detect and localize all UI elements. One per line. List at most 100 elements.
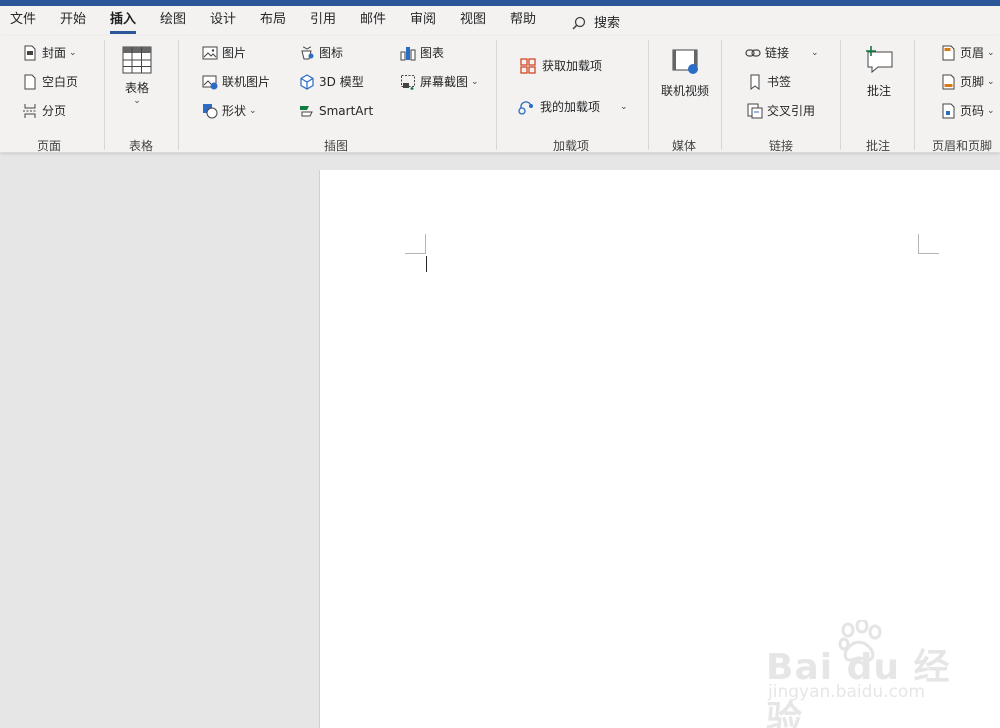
group-label-addins: 加载项 — [552, 139, 590, 153]
my-addins-button[interactable]: 我的加载项 ⌄ — [518, 99, 628, 115]
menu-bar: 文件 开始 插入 绘图 设计 布局 引用 邮件 审阅 视图 帮助 搜索 — [0, 6, 1000, 36]
comment-label: 批注 — [866, 84, 891, 98]
group-label-header-footer: 页眉和页脚 — [931, 139, 993, 153]
cover-page-label: 封面 — [42, 46, 67, 60]
screenshot-button[interactable]: 屏幕截图 ⌄ — [400, 74, 479, 90]
cover-page-button[interactable]: 封面 ⌄ — [22, 45, 77, 61]
blank-page-icon — [22, 74, 38, 90]
blank-page-button[interactable]: 空白页 — [22, 74, 78, 90]
new-comment-button[interactable]: 批注 — [864, 46, 894, 99]
pictures-label: 图片 — [222, 46, 247, 60]
cross-reference-button[interactable]: 交叉引用 — [747, 103, 815, 119]
chevron-down-icon: ⌄ — [987, 77, 995, 87]
my-addins-icon — [518, 99, 534, 115]
shapes-button[interactable]: 形状 ⌄ — [202, 103, 257, 119]
online-video-button[interactable]: 联机视频 — [661, 48, 709, 99]
page-break-label: 分页 — [42, 104, 67, 118]
3d-models-button[interactable]: 3D 模型 — [299, 74, 364, 90]
shapes-label: 形状 — [222, 104, 247, 118]
baidu-watermark: Bai du 经验 jingyan.baidu.com — [766, 620, 956, 728]
tab-mailings[interactable]: 邮件 — [360, 12, 386, 28]
online-video-label: 联机视频 — [661, 84, 710, 98]
icons-label: 图标 — [319, 46, 344, 60]
link-button[interactable]: 链接 ⌄ — [745, 45, 819, 61]
footer-label: 页脚 — [960, 75, 985, 89]
watermark-url: jingyan.baidu.com — [768, 682, 925, 702]
cross-reference-label: 交叉引用 — [767, 104, 816, 118]
ribbon: 封面 ⌄ 空白页 分页 页面 表格 ⌄ 表格 图片 联机图片 形状 ⌄ 图标 3D … — [0, 36, 1000, 153]
group-label-links: 链接 — [768, 139, 794, 153]
margin-corner-top-left — [405, 234, 426, 254]
header-button[interactable]: 页眉 ⌄ — [940, 45, 995, 61]
bookmark-button[interactable]: 书签 — [747, 74, 791, 90]
tab-help[interactable]: 帮助 — [510, 12, 536, 28]
tab-home[interactable]: 开始 — [60, 12, 86, 28]
table-icon — [122, 46, 152, 74]
get-addins-button[interactable]: 获取加载项 — [520, 58, 602, 74]
blank-page-label: 空白页 — [42, 75, 79, 89]
page-number-icon — [940, 103, 956, 119]
search-box[interactable]: 搜索 — [572, 12, 620, 31]
chevron-down-icon: ⌄ — [811, 48, 819, 58]
chart-label: 图表 — [420, 46, 445, 60]
online-pictures-label: 联机图片 — [222, 75, 271, 89]
chevron-down-icon: ⌄ — [471, 77, 479, 87]
page-break-icon — [22, 103, 38, 119]
group-separator — [914, 40, 915, 150]
group-separator — [840, 40, 841, 150]
group-separator — [496, 40, 497, 150]
group-separator — [178, 40, 179, 150]
chart-icon — [400, 45, 416, 61]
chevron-down-icon: ⌄ — [69, 48, 77, 58]
chevron-down-icon: ⌄ — [987, 48, 995, 58]
table-button[interactable]: 表格 ⌄ — [122, 46, 152, 106]
get-addins-label: 获取加载项 — [542, 59, 603, 73]
smartart-label: SmartArt — [319, 104, 374, 118]
tab-file[interactable]: 文件 — [10, 12, 36, 28]
footer-icon — [940, 74, 956, 90]
tab-design[interactable]: 设计 — [210, 12, 236, 28]
tab-view[interactable]: 视图 — [460, 12, 486, 28]
header-label: 页眉 — [960, 46, 985, 60]
smartart-button[interactable]: SmartArt — [299, 103, 373, 119]
chart-button[interactable]: 图表 — [400, 45, 444, 61]
cover-page-icon — [22, 45, 38, 61]
screenshot-icon — [400, 74, 416, 90]
tab-review[interactable]: 审阅 — [410, 12, 436, 28]
bookmark-label: 书签 — [767, 75, 792, 89]
video-icon — [672, 49, 698, 74]
link-label: 链接 — [765, 46, 790, 60]
page-number-button[interactable]: 页码 ⌄ — [940, 103, 995, 119]
group-label-tables: 表格 — [128, 139, 154, 153]
comment-icon — [866, 46, 893, 74]
group-separator — [648, 40, 649, 150]
text-cursor — [426, 256, 427, 272]
document-page[interactable]: Bai du 经验 jingyan.baidu.com — [319, 170, 1000, 728]
group-separator — [721, 40, 722, 150]
group-label-illustrations: 插图 — [323, 139, 349, 153]
bookmark-icon — [747, 74, 763, 90]
tab-draw[interactable]: 绘图 — [160, 12, 186, 28]
group-separator — [104, 40, 105, 150]
shapes-icon — [202, 103, 218, 119]
tab-references[interactable]: 引用 — [310, 12, 336, 28]
screenshot-label: 屏幕截图 — [420, 75, 469, 89]
group-label-pages: 页面 — [36, 139, 62, 153]
chevron-down-icon: ⌄ — [133, 96, 141, 106]
tab-layout[interactable]: 布局 — [260, 12, 286, 28]
online-pictures-button[interactable]: 联机图片 — [202, 74, 270, 90]
picture-icon — [202, 45, 218, 61]
margin-corner-top-right — [918, 234, 939, 254]
search-label: 搜索 — [594, 16, 621, 31]
icons-button[interactable]: 图标 — [299, 45, 343, 61]
footer-button[interactable]: 页脚 ⌄ — [940, 74, 995, 90]
page-number-label: 页码 — [960, 104, 985, 118]
pictures-button[interactable]: 图片 — [202, 45, 246, 61]
chevron-down-icon: ⌄ — [987, 106, 995, 116]
chevron-down-icon: ⌄ — [620, 102, 628, 112]
page-break-button[interactable]: 分页 — [22, 103, 66, 119]
header-icon — [940, 45, 956, 61]
cube-icon — [299, 74, 315, 90]
tab-insert[interactable]: 插入 — [110, 12, 137, 34]
group-label-media: 媒体 — [671, 139, 697, 153]
